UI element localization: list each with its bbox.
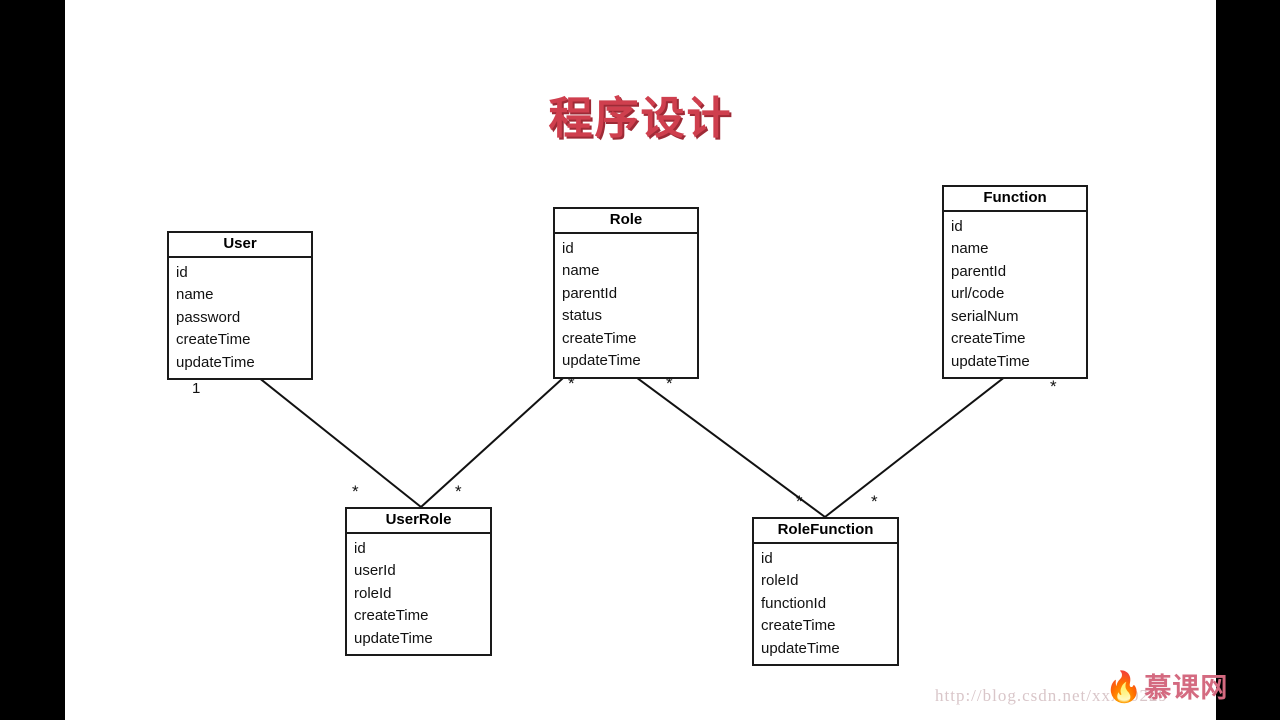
entity-field: userId bbox=[354, 562, 396, 580]
entity-field: parentId bbox=[562, 284, 618, 302]
entity-field: updateTime bbox=[354, 629, 433, 647]
entity-field: createTime bbox=[951, 330, 1026, 348]
entity-field: serialNum bbox=[951, 307, 1019, 325]
entity-function-title: Function bbox=[944, 187, 1086, 212]
entity-rolefunction[interactable]: RoleFunction id roleId functionId create… bbox=[752, 517, 899, 667]
entity-function-fields: id name parentId url/code serialNum crea… bbox=[944, 212, 1086, 378]
multiplicity-role-right-end: * bbox=[666, 374, 673, 393]
entity-role-title: Role bbox=[555, 209, 697, 234]
link-user-userrole bbox=[247, 368, 422, 508]
entity-field: password bbox=[176, 308, 241, 326]
multiplicity-function-end: * bbox=[1050, 377, 1057, 396]
entity-role[interactable]: Role id name parentId status createTime … bbox=[553, 207, 699, 379]
entity-field: updateTime bbox=[176, 353, 255, 371]
multiplicity-userrole-left-end: * bbox=[352, 482, 359, 501]
entity-field: name bbox=[176, 286, 214, 304]
slide-stage: 程序设计 User id name password createTime up… bbox=[0, 0, 1280, 720]
link-role-rolefunction bbox=[624, 368, 826, 518]
entity-field: url/code bbox=[951, 285, 1005, 303]
entity-rolefunction-title: RoleFunction bbox=[754, 519, 897, 544]
watermark-logo-text: 慕课网 bbox=[1144, 672, 1229, 704]
entity-field: id bbox=[562, 239, 574, 257]
entity-user-fields: id name password createTime updateTime bbox=[169, 258, 311, 379]
entity-field: createTime bbox=[562, 329, 637, 347]
entity-userrole[interactable]: UserRole id userId roleId createTime upd… bbox=[345, 507, 492, 657]
multiplicity-rolefunction-left-end: * bbox=[796, 492, 803, 511]
watermark-logo: 🔥 慕课网 bbox=[1105, 673, 1228, 703]
entity-field: roleId bbox=[761, 572, 799, 590]
entity-field: name bbox=[951, 240, 989, 258]
entity-field: id bbox=[354, 539, 366, 557]
flame-icon: 🔥 bbox=[1105, 671, 1143, 704]
letterbox-right bbox=[1216, 0, 1280, 720]
entity-field: functionId bbox=[761, 594, 827, 612]
entity-field: id bbox=[176, 263, 188, 281]
link-function-rolefunction bbox=[824, 368, 1016, 518]
entity-field: id bbox=[951, 217, 963, 235]
entity-function[interactable]: Function id name parentId url/code seria… bbox=[942, 185, 1088, 380]
multiplicity-role-left-end: * bbox=[568, 374, 575, 393]
entity-user-title: User bbox=[169, 233, 311, 258]
entity-field: name bbox=[562, 262, 600, 280]
entity-field: updateTime bbox=[761, 639, 840, 657]
entity-userrole-title: UserRole bbox=[347, 509, 490, 534]
entity-rolefunction-fields: id roleId functionId createTime updateTi… bbox=[754, 544, 897, 665]
multiplicity-rolefunction-right-end: * bbox=[871, 492, 878, 511]
entity-field: createTime bbox=[176, 331, 251, 349]
entity-field: updateTime bbox=[562, 352, 641, 370]
entity-field: status bbox=[562, 307, 603, 325]
entity-user[interactable]: User id name password createTime updateT… bbox=[167, 231, 313, 381]
entity-role-fields: id name parentId status createTime updat… bbox=[555, 234, 697, 377]
multiplicity-user-end: 1 bbox=[192, 380, 201, 397]
entity-field: updateTime bbox=[951, 352, 1030, 370]
entity-field: parentId bbox=[951, 262, 1007, 280]
entity-field: createTime bbox=[761, 617, 836, 635]
letterbox-left bbox=[0, 0, 65, 720]
link-role-userrole bbox=[420, 368, 574, 508]
entity-userrole-fields: id userId roleId createTime updateTime bbox=[347, 534, 490, 655]
entity-field: createTime bbox=[354, 607, 429, 625]
multiplicity-userrole-right-end: * bbox=[455, 482, 462, 501]
entity-field: roleId bbox=[354, 584, 392, 602]
diagram-canvas: 程序设计 User id name password createTime up… bbox=[65, 0, 1227, 720]
entity-field: id bbox=[761, 549, 773, 567]
